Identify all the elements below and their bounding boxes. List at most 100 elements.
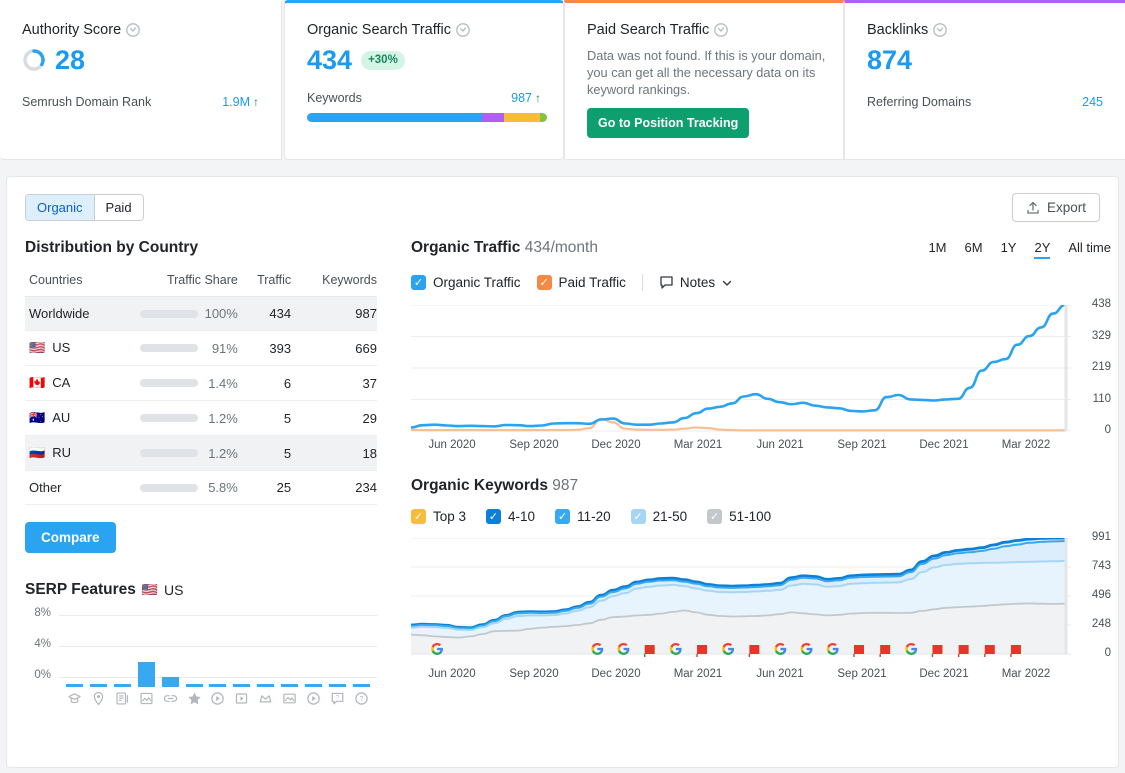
cell-keywords[interactable]: 29: [291, 401, 377, 436]
checkbox-top-3[interactable]: ✓: [411, 509, 426, 524]
organic-keywords-chart-subtitle: 987: [552, 477, 578, 494]
organic-search-traffic-card: Organic Search Traffic 434 +30% Keywords…: [284, 0, 564, 160]
legend-top-3[interactable]: ✓Top 3: [411, 509, 466, 524]
cell-country: 🇦🇺AU: [25, 401, 126, 436]
algorithm-update-marker: [697, 645, 707, 657]
organic-search-traffic-title: Organic Search Traffic: [307, 21, 541, 39]
organic-traffic-checkbox[interactable]: ✓: [411, 275, 426, 290]
range-1m[interactable]: 1M: [928, 240, 946, 259]
country-name: AU: [52, 410, 70, 425]
cell-country: Worldwide: [25, 297, 126, 331]
y-tick: 248: [1092, 618, 1111, 630]
organic-traffic-chart-title: Organic Traffic: [411, 239, 520, 256]
table-row[interactable]: Worldwide100%434987: [25, 297, 377, 331]
tab-organic[interactable]: Organic: [26, 195, 94, 220]
organic-traffic-title-wrap: Organic Traffic 434/month: [411, 239, 598, 257]
knowledge-panel-icon[interactable]: [67, 691, 82, 706]
range-2y[interactable]: 2Y: [1034, 240, 1050, 259]
serp-bar-top-stories[interactable]: [257, 684, 274, 687]
local-pack-icon[interactable]: [91, 691, 106, 706]
serp-bar-people-also-ask[interactable]: [353, 684, 370, 687]
legend-11-20[interactable]: ✓11-20: [555, 509, 611, 524]
video-icon[interactable]: [210, 691, 225, 706]
legend-21-50[interactable]: ✓21-50: [631, 509, 688, 524]
cell-traffic[interactable]: 393: [238, 331, 291, 366]
faq-icon[interactable]: ?: [330, 691, 345, 706]
compare-button[interactable]: Compare: [25, 522, 116, 553]
organic-keywords-graph: 0248496743991Jun 2020Sep 2020Dec 2020Mar…: [411, 538, 1111, 680]
cell-traffic[interactable]: 5: [238, 401, 291, 436]
info-icon[interactable]: [714, 23, 728, 37]
info-icon[interactable]: [933, 23, 947, 37]
video-carousel-icon[interactable]: [306, 691, 321, 706]
svg-text:?: ?: [359, 694, 363, 703]
algorithm-update-marker: [932, 645, 942, 657]
table-row[interactable]: 🇺🇸US91%393669: [25, 331, 377, 366]
cell-keywords[interactable]: 18: [291, 436, 377, 471]
serp-bar-faq[interactable]: [329, 684, 346, 687]
top-stories-icon[interactable]: [258, 691, 273, 706]
paid-traffic-checkbox[interactable]: ✓: [537, 275, 552, 290]
referring-domains-value[interactable]: 245: [1082, 95, 1103, 109]
reviews-icon[interactable]: [187, 691, 202, 706]
semrush-domain-rank-value-wrap[interactable]: 1.9M ↑: [222, 95, 259, 109]
table-row[interactable]: 🇦🇺AU1.2%529: [25, 401, 377, 436]
traffic-x-axis: Jun 2020Sep 2020Dec 2020Mar 2021Jun 2021…: [411, 439, 1111, 451]
keywords-legend-row: ✓Top 3 ✓4-10 ✓11-20 ✓21-50 ✓51-100: [411, 509, 1111, 524]
info-icon[interactable]: [126, 23, 140, 37]
table-row[interactable]: 🇷🇺 RU 1.2%518: [25, 436, 377, 471]
legend-divider: [642, 274, 643, 291]
cell-traffic[interactable]: 5: [238, 436, 291, 471]
checkbox-11-20[interactable]: ✓: [555, 509, 570, 524]
serp-bar-local-pack[interactable]: [90, 684, 107, 687]
share-percent: 91%: [204, 341, 238, 356]
export-button[interactable]: Export: [1012, 193, 1100, 222]
cell-traffic[interactable]: 6: [238, 366, 291, 401]
serp-bar-images[interactable]: [281, 684, 298, 687]
checkbox-4-10[interactable]: ✓: [486, 509, 501, 524]
legend-paid-traffic[interactable]: ✓ Paid Traffic: [537, 275, 626, 290]
legend-organic-traffic[interactable]: ✓ Organic Traffic: [411, 275, 521, 290]
x-tick: Jun 2021: [739, 439, 821, 451]
organic-traffic-value: 434: [307, 43, 352, 77]
serp-bar-reviews[interactable]: [186, 684, 203, 687]
checkbox-21-50[interactable]: ✓: [631, 509, 646, 524]
cell-keywords[interactable]: 669: [291, 331, 377, 366]
sitelinks-icon[interactable]: [115, 691, 130, 706]
cell-keywords[interactable]: 37: [291, 366, 377, 401]
serp-bar-knowledge-panel[interactable]: [66, 684, 83, 687]
keywords-x-axis: Jun 2020Sep 2020Dec 2020Mar 2021Jun 2021…: [411, 668, 1111, 680]
authority-score-title: Authority Score: [22, 21, 259, 39]
flag-icon: 🇷🇺: [29, 445, 45, 460]
country-name: RU: [52, 445, 71, 460]
table-row[interactable]: 🇨🇦CA1.4%637: [25, 366, 377, 401]
featured-video-icon[interactable]: [234, 691, 249, 706]
serp-bar-video[interactable]: [209, 684, 226, 687]
legend-51-100[interactable]: ✓51-100: [707, 509, 771, 524]
info-icon[interactable]: [456, 23, 470, 37]
summary-cards-row: Authority Score 28 Semrush Domain Rank 1…: [0, 0, 1125, 160]
serp-bar-image-pack[interactable]: [138, 662, 155, 687]
legend-4-10[interactable]: ✓4-10: [486, 509, 535, 524]
table-row[interactable]: Other5.8%25234: [25, 471, 377, 505]
semrush-domain-rank-label: Semrush Domain Rank: [22, 95, 151, 109]
go-to-position-tracking-button[interactable]: Go to Position Tracking: [587, 108, 749, 138]
checkbox-51-100[interactable]: ✓: [707, 509, 722, 524]
serp-bar-video-carousel[interactable]: [305, 684, 322, 687]
share-percent: 1.2%: [204, 446, 238, 461]
serp-bar-sitelinks[interactable]: [114, 684, 131, 687]
people-also-ask-icon[interactable]: ?: [354, 691, 369, 706]
keywords-value-wrap[interactable]: 987 ↑: [511, 91, 541, 105]
range-all-time[interactable]: All time: [1068, 240, 1111, 259]
x-tick: Mar 2021: [657, 439, 739, 451]
range-6m[interactable]: 6M: [965, 240, 983, 259]
serp-bar-featured-video[interactable]: [233, 684, 250, 687]
image-pack-icon[interactable]: [139, 691, 154, 706]
serp-features-title: SERP Features 🇺🇸 US: [25, 581, 383, 599]
serp-bar-links[interactable]: [162, 677, 179, 687]
range-1y[interactable]: 1Y: [1001, 240, 1017, 259]
tab-paid[interactable]: Paid: [94, 195, 143, 220]
notes-dropdown[interactable]: Notes: [659, 275, 733, 290]
images-icon[interactable]: [282, 691, 297, 706]
links-icon[interactable]: [163, 691, 178, 706]
